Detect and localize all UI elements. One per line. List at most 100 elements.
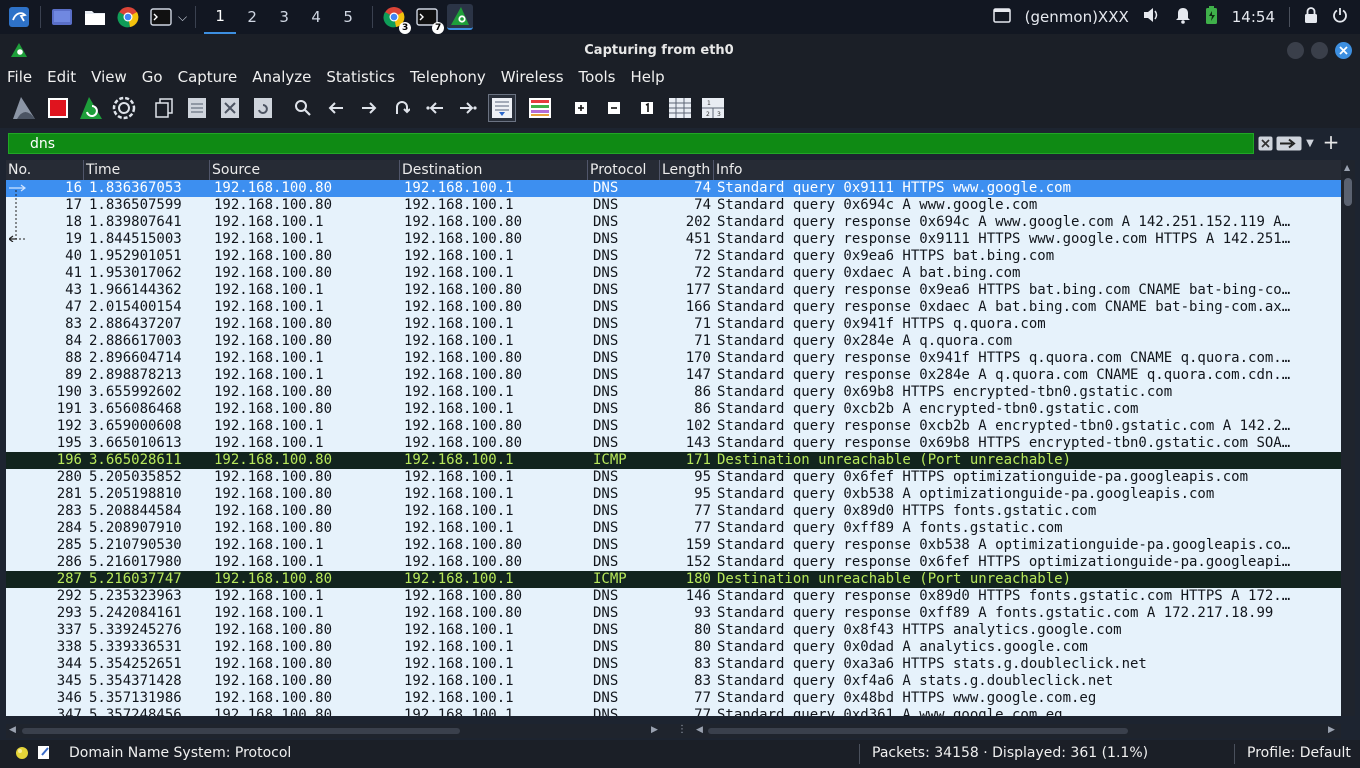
last-packet-icon[interactable] — [455, 95, 481, 121]
normal-size-icon[interactable] — [634, 95, 660, 121]
workspace-3[interactable]: 3 — [268, 0, 300, 34]
table-row[interactable]: 196 3.665028611 192.168.100.80 192.168.100.… — [6, 452, 1341, 469]
table-row[interactable]: 43 1.966144362 192.168.100.1 192.168.100.80… — [6, 282, 1341, 299]
table-row[interactable]: 195 3.665010613 192.168.100.1 192.168.100.8… — [6, 435, 1341, 452]
terminal-window-button[interactable]: 7 — [414, 4, 445, 34]
table-row[interactable]: 19 1.844515003 192.168.100.1 192.168.100.80… — [6, 231, 1341, 248]
table-row[interactable]: 283 5.208844584 192.168.100.80 192.168.100.… — [6, 503, 1341, 520]
workspace-5[interactable]: 5 — [332, 0, 364, 34]
column-header-info[interactable]: Info — [714, 160, 1341, 180]
first-packet-icon[interactable] — [422, 95, 448, 121]
terminal-launcher-icon[interactable] — [148, 4, 174, 30]
menu-file[interactable]: File — [7, 68, 32, 86]
stop-capture-icon[interactable] — [45, 95, 71, 121]
table-row[interactable]: 345 5.354371428 192.168.100.80 192.168.100.… — [6, 673, 1341, 690]
menu-go[interactable]: Go — [142, 68, 163, 86]
colorize-icon[interactable] — [527, 95, 553, 121]
table-row[interactable]: 338 5.339336531 192.168.100.80 192.168.100.… — [6, 639, 1341, 656]
table-row[interactable]: 88 2.896604714 192.168.100.1 192.168.100.80… — [6, 350, 1341, 367]
wireshark-window-button[interactable] — [447, 4, 474, 30]
pane-splitter-handle[interactable]: ⋮ — [674, 724, 690, 738]
scroll-left-icon[interactable]: ◀ — [696, 725, 703, 735]
table-row[interactable]: 337 5.339245276 192.168.100.80 192.168.100.… — [6, 622, 1341, 639]
table-row[interactable]: 192 3.659000608 192.168.100.1 192.168.100.8… — [6, 418, 1341, 435]
menu-edit[interactable]: Edit — [47, 68, 76, 86]
close-file-icon[interactable] — [217, 95, 243, 121]
workspace-2[interactable]: 2 — [236, 0, 268, 34]
capture-status-icon[interactable] — [15, 746, 29, 764]
chrome-launcher-icon[interactable] — [115, 4, 141, 30]
autoscroll-icon[interactable] — [488, 94, 516, 122]
column-header-no[interactable]: No. — [6, 160, 84, 180]
chrome-window-button[interactable]: 3 — [381, 4, 412, 34]
table-row[interactable]: 286 5.216017980 192.168.100.1 192.168.100.8… — [6, 554, 1341, 571]
restart-capture-icon[interactable] — [78, 95, 104, 121]
menu-help[interactable]: Help — [630, 68, 664, 86]
scroll-up-icon[interactable]: ▲ — [1344, 163, 1350, 172]
table-row[interactable]: 292 5.235323963 192.168.100.1 192.168.100.8… — [6, 588, 1341, 605]
menu-view[interactable]: View — [91, 68, 127, 86]
table-row[interactable]: 41 1.953017062 192.168.100.80 192.168.100.1… — [6, 265, 1341, 282]
capture-options-icon[interactable] — [111, 95, 137, 121]
reload-file-icon[interactable] — [250, 95, 276, 121]
kali-menu-icon[interactable] — [6, 4, 32, 30]
table-row[interactable]: 344 5.354252651 192.168.100.80 192.168.100.… — [6, 656, 1341, 673]
chevron-down-icon[interactable]: ⌵ — [178, 10, 187, 25]
lock-icon[interactable] — [1304, 6, 1318, 28]
window-list-icon[interactable] — [992, 7, 1011, 27]
go-back-icon[interactable] — [323, 95, 349, 121]
table-row[interactable]: 17 1.836507599 192.168.100.80 192.168.100.1… — [6, 197, 1341, 214]
workspace-4[interactable]: 4 — [300, 0, 332, 34]
maximize-button[interactable] — [1311, 42, 1328, 59]
column-header-source[interactable]: Source — [210, 160, 400, 180]
table-row[interactable]: 284 5.208907910 192.168.100.80 192.168.100.… — [6, 520, 1341, 537]
scroll-left-icon[interactable]: ◀ — [9, 725, 16, 735]
column-header-length[interactable]: Length — [660, 160, 714, 180]
table-row[interactable]: 83 2.886437207 192.168.100.80 192.168.100.1… — [6, 316, 1341, 333]
go-to-packet-icon[interactable] — [389, 95, 415, 121]
table-row[interactable]: 280 5.205035852 192.168.100.80 192.168.100.… — [6, 469, 1341, 486]
open-file-icon[interactable] — [151, 95, 177, 121]
menu-telephony[interactable]: Telephony — [410, 68, 486, 86]
profile-status[interactable]: Profile: Default — [1247, 745, 1351, 761]
workspace-1[interactable]: 1 — [204, 0, 237, 34]
vertical-scroll-thumb[interactable] — [1344, 178, 1352, 206]
battery-icon[interactable] — [1205, 5, 1218, 29]
table-row[interactable]: 346 5.357131986 192.168.100.80 192.168.100.… — [6, 690, 1341, 707]
clear-filter-icon[interactable] — [1257, 135, 1273, 152]
power-icon[interactable] — [1332, 7, 1348, 27]
column-header-protocol[interactable]: Protocol — [588, 160, 660, 180]
table-row[interactable]: 287 5.216037747 192.168.100.80 192.168.100.… — [6, 571, 1341, 588]
table-row[interactable]: 190 3.655992602 192.168.100.80 192.168.100.… — [6, 384, 1341, 401]
table-row[interactable]: 89 2.898878213 192.168.100.1 192.168.100.80… — [6, 367, 1341, 384]
zoom-out-icon[interactable] — [601, 95, 627, 121]
file-manager-icon[interactable] — [82, 4, 108, 30]
table-row[interactable]: 16 1.836367053 192.168.100.80 192.168.100.1… — [6, 180, 1341, 197]
close-button[interactable] — [1335, 42, 1352, 59]
capture-comment-icon[interactable] — [37, 745, 51, 764]
display-filter-input[interactable] — [8, 133, 1254, 154]
save-file-icon[interactable] — [184, 95, 210, 121]
menu-capture[interactable]: Capture — [178, 68, 238, 86]
table-row[interactable]: 293 5.242084161 192.168.100.1 192.168.100.8… — [6, 605, 1341, 622]
zoom-in-icon[interactable] — [568, 95, 594, 121]
table-row[interactable]: 285 5.210790530 192.168.100.1 192.168.100.8… — [6, 537, 1341, 554]
menu-statistics[interactable]: Statistics — [326, 68, 395, 86]
column-header-time[interactable]: Time — [84, 160, 210, 180]
find-packet-icon[interactable] — [290, 95, 316, 121]
go-forward-icon[interactable] — [356, 95, 382, 121]
table-row[interactable]: 347 5.357248456 192.168.100.80 192.168.100.… — [6, 707, 1341, 716]
volume-icon[interactable] — [1143, 7, 1161, 27]
table-row[interactable]: 191 3.656086468 192.168.100.80 192.168.100.… — [6, 401, 1341, 418]
notification-bell-icon[interactable] — [1175, 7, 1191, 28]
start-capture-icon[interactable] — [11, 95, 37, 121]
packet-list-vertical-scrollbar[interactable]: ▲ — [1341, 160, 1355, 716]
packet-list-horizontal-scroll-thumb[interactable] — [22, 728, 460, 734]
scroll-right-icon[interactable]: ▶ — [651, 725, 658, 735]
add-filter-button-icon[interactable]: + — [1323, 130, 1340, 154]
table-row[interactable]: 18 1.839807641 192.168.100.1 192.168.100.80… — [6, 214, 1341, 231]
layout-panes-icon[interactable]: 1 23 — [700, 95, 726, 121]
table-row[interactable]: 47 2.015400154 192.168.100.1 192.168.100.80… — [6, 299, 1341, 316]
menu-tools[interactable]: Tools — [579, 68, 616, 86]
table-row[interactable]: 281 5.205198810 192.168.100.80 192.168.100.… — [6, 486, 1341, 503]
